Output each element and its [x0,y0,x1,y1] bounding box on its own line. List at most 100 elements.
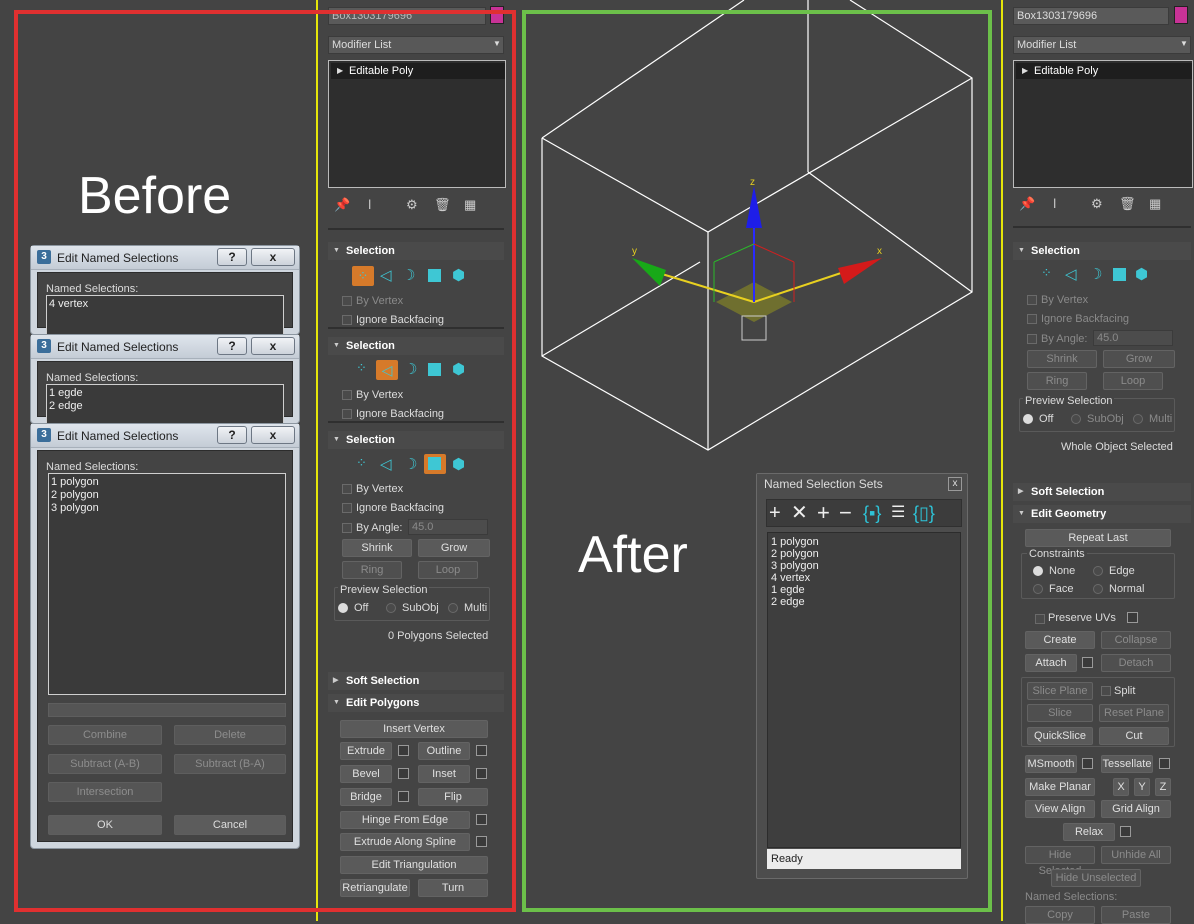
configure-icon[interactable]: ▦ [464,197,476,213]
close-button[interactable]: x [251,248,295,266]
name-input[interactable] [48,703,286,717]
copy-button[interactable]: Copy [1025,906,1095,924]
rollout-selection-3[interactable]: Selection [328,431,504,449]
rollout-edit-geometry[interactable]: Edit Geometry [1013,505,1191,523]
vertex-mode-icon[interactable]: ⁘ [356,360,367,376]
preview-subobj-radio[interactable] [386,603,396,613]
by-angle-checkbox[interactable] [1027,334,1037,344]
by-angle-checkbox[interactable] [342,523,352,533]
list-item[interactable]: 2 edge [49,400,281,413]
attach-button[interactable]: Attach [1025,654,1077,672]
make-planar-button[interactable]: Make Planar [1025,778,1095,796]
polygon-mode-icon[interactable] [428,269,441,282]
turn-button[interactable]: Turn [418,879,488,897]
planar-y-button[interactable]: Y [1134,778,1150,796]
ok-button[interactable]: OK [48,815,162,835]
delete-set-icon[interactable]: ✕ [791,502,808,524]
border-mode-icon[interactable]: ☽ [1089,265,1102,283]
inset-settings-icon[interactable] [476,768,487,779]
quickslice-button[interactable]: QuickSlice [1027,727,1093,745]
list-item[interactable]: 1 egde [49,387,281,400]
planar-x-button[interactable]: X [1113,778,1129,796]
extrude-along-spline-button[interactable]: Extrude Along Spline [340,833,470,851]
vertex-mode-icon[interactable]: ⁘ [352,266,374,286]
remove-from-set-icon[interactable]: − [839,502,852,524]
dialog-titlebar[interactable]: 3 Edit Named Selections ? x [31,424,299,448]
modifier-stack[interactable]: Editable Poly [1013,60,1193,188]
window-titlebar[interactable]: Named Selection Sets x [757,474,967,494]
edge-mode-icon[interactable]: ◁ [376,360,398,380]
constraint-normal-radio[interactable] [1093,584,1103,594]
polygon-mode-icon[interactable] [424,454,446,474]
close-button[interactable]: x [948,477,962,491]
combine-button[interactable]: Combine [48,725,162,745]
highlight-selected-icon[interactable]: {▯} [913,502,935,524]
rollout-selection-2[interactable]: Selection [328,337,504,355]
subtract-ba-button[interactable]: Subtract (B-A) [174,754,286,774]
hide-selected-button[interactable]: Hide Selected [1025,846,1095,877]
sets-list[interactable]: 1 polygon 2 polygon 3 polygon 4 vertex 1… [767,532,961,848]
list-item[interactable]: 3 polygon [51,502,283,515]
by-vertex-checkbox[interactable] [342,296,352,306]
trash-icon[interactable]: 🗑 [434,197,451,213]
select-by-name-icon[interactable]: ☰ [891,502,905,524]
flip-button[interactable]: Flip [418,788,488,806]
preview-subobj-radio[interactable] [1071,414,1081,424]
border-mode-icon[interactable]: ☽ [404,360,417,378]
help-button[interactable]: ? [217,248,247,266]
rollout-selection-1[interactable]: Selection [328,242,504,260]
bridge-settings-icon[interactable] [398,791,409,802]
polygon-mode-icon[interactable] [1113,268,1126,281]
grow-button[interactable]: Grow [418,539,490,557]
cut-button[interactable]: Cut [1099,727,1169,745]
loop-button[interactable]: Loop [418,561,478,579]
bridge-button[interactable]: Bridge [340,788,392,806]
border-mode-icon[interactable]: ☽ [402,266,415,284]
reset-plane-button[interactable]: Reset Plane [1099,704,1169,722]
detach-button[interactable]: Detach [1101,654,1171,672]
grid-align-button[interactable]: Grid Align [1101,800,1171,818]
collapse-button[interactable]: Collapse [1101,631,1171,649]
ring-button[interactable]: Ring [342,561,402,579]
stack-item-editable-poly[interactable]: Editable Poly [1016,63,1192,79]
list-item[interactable]: 4 vertex [771,572,957,584]
help-button[interactable]: ? [217,337,247,355]
inset-button[interactable]: Inset [418,765,470,783]
grow-button[interactable]: Grow [1103,350,1175,368]
preserve-uvs-settings-icon[interactable] [1127,612,1138,623]
list-item[interactable]: 1 polygon [51,476,283,489]
preview-multi-radio[interactable] [1133,414,1143,424]
create-set-icon[interactable]: + [769,502,781,524]
relax-settings-icon[interactable] [1120,826,1131,837]
extrude-button[interactable]: Extrude [340,742,392,760]
constraint-edge-radio[interactable] [1093,566,1103,576]
create-button[interactable]: Create [1025,631,1095,649]
rollout-soft-selection[interactable]: Soft Selection [1013,483,1191,501]
add-to-set-icon[interactable]: + [817,502,830,524]
dialog-titlebar[interactable]: 3 Edit Named Selections ? x [31,246,299,270]
modifier-stack[interactable]: Editable Poly [328,60,506,188]
named-selections-list[interactable]: 1 polygon 2 polygon 3 polygon [48,473,286,695]
close-button[interactable]: x [251,337,295,355]
object-color-swatch[interactable] [1174,6,1188,24]
element-mode-icon[interactable]: ⬢ [452,455,465,473]
stack-item-editable-poly[interactable]: Editable Poly [331,63,505,79]
pin-stack-icon[interactable]: 📌 [1019,196,1035,212]
vertex-mode-icon[interactable]: ⁘ [356,455,367,471]
edge-mode-icon[interactable]: ◁ [380,455,392,473]
planar-z-button[interactable]: Z [1155,778,1171,796]
attach-settings-icon[interactable] [1082,657,1093,668]
by-vertex-checkbox[interactable] [342,390,352,400]
hinge-settings-icon[interactable] [476,814,487,825]
element-mode-icon[interactable]: ⬢ [1135,265,1148,283]
rollout-selection[interactable]: Selection [1013,242,1191,260]
ignore-backfacing-checkbox[interactable] [342,409,352,419]
angle-spinner[interactable]: 45.0 [1093,330,1173,346]
split-checkbox[interactable] [1101,686,1111,696]
object-name-field[interactable]: Box1303179696 [328,7,486,25]
named-selections-list[interactable]: 4 vertex [46,295,284,335]
list-item[interactable]: 4 vertex [49,298,281,311]
shrink-button[interactable]: Shrink [1027,350,1097,368]
shrink-button[interactable]: Shrink [342,539,412,557]
polygon-mode-icon[interactable] [428,363,441,376]
